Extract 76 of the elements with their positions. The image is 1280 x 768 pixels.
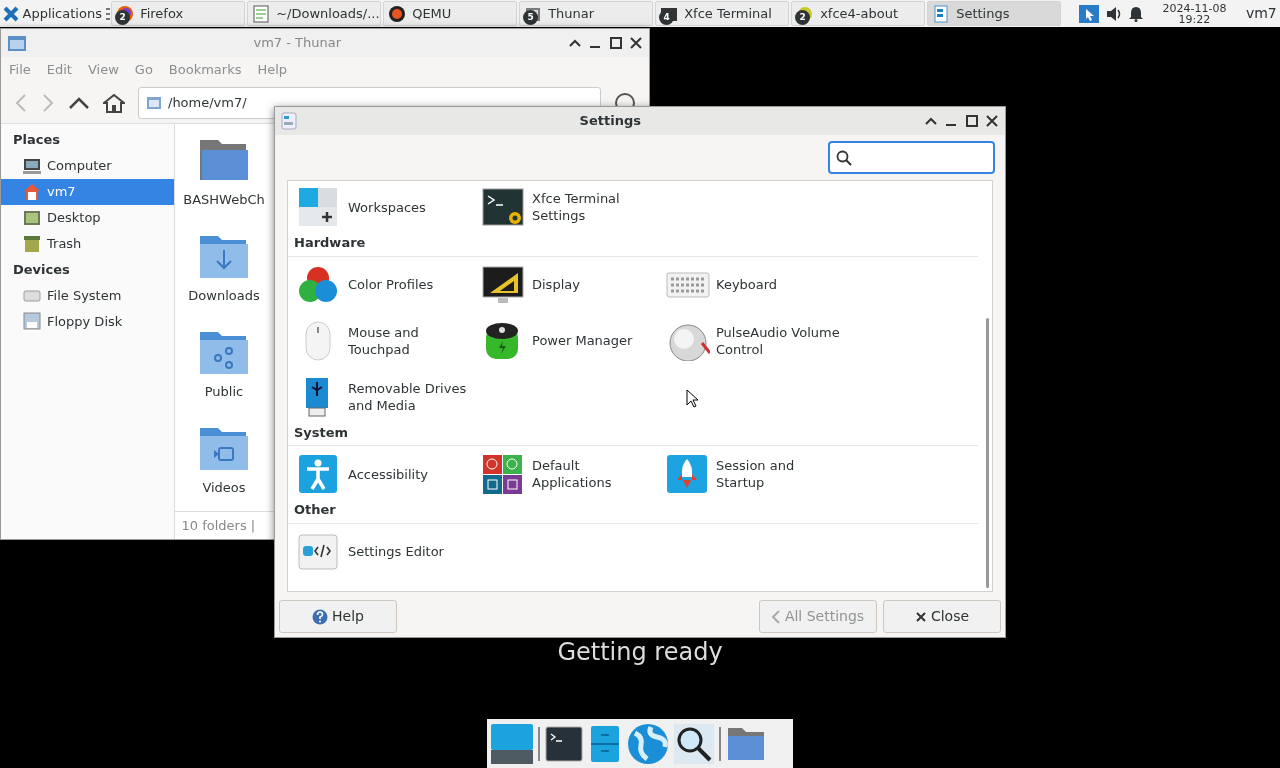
help-icon — [312, 608, 329, 625]
folder-icon[interactable] — [726, 725, 766, 762]
place-icon — [23, 208, 41, 227]
taskbar-button[interactable]: QEMU — [383, 1, 518, 26]
status-message: Getting ready — [556, 637, 724, 668]
sidebar-item[interactable]: Desktop — [1, 204, 174, 231]
sidebar-item[interactable]: File System — [1, 282, 174, 309]
up-icon[interactable] — [68, 96, 90, 110]
badge-count: 2 — [115, 10, 131, 25]
settings-item-icon — [482, 264, 526, 305]
globe-icon[interactable] — [627, 722, 669, 765]
terminal-icon[interactable] — [545, 725, 583, 762]
sidebar-item[interactable]: Trash — [1, 230, 174, 257]
volume-icon[interactable] — [1106, 5, 1123, 22]
place-icon — [23, 234, 41, 253]
sidebar-item[interactable]: Computer — [1, 152, 174, 179]
badge-count: 2 — [795, 10, 811, 25]
search-field[interactable] — [828, 141, 995, 174]
section-heading: Hardware — [288, 229, 978, 257]
clock[interactable]: 2024-11-08 19:22 — [1162, 2, 1227, 25]
search-icon — [836, 149, 852, 166]
app-icon — [252, 4, 271, 23]
folder-item[interactable]: Downloads — [175, 220, 273, 316]
cursor-icon — [686, 389, 699, 408]
bell-icon[interactable] — [1128, 5, 1143, 22]
xfce-logo-icon — [3, 5, 20, 22]
place-icon — [23, 312, 41, 331]
folder-item[interactable]: Public — [175, 316, 273, 412]
sidebar-item[interactable]: Floppy Disk — [1, 308, 174, 335]
place-icon — [23, 156, 41, 175]
home-icon[interactable] — [103, 93, 125, 113]
sidebar-item[interactable]: vm7 — [1, 178, 174, 205]
taskbar-button[interactable]: 2 xfce4-about — [791, 1, 926, 26]
app-icon — [932, 4, 951, 23]
chevron-left-icon — [770, 608, 781, 625]
taskbar-button[interactable]: Settings — [927, 1, 1062, 26]
close-icon[interactable] — [629, 36, 643, 50]
sidebar-heading: Devices — [12, 260, 71, 279]
scrollbar-thumb[interactable] — [986, 318, 989, 588]
magnifier-icon[interactable] — [674, 723, 714, 764]
badge-count: 4 — [659, 10, 675, 25]
file-cabinet-icon[interactable] — [588, 724, 622, 763]
settings-app-icon — [281, 112, 297, 130]
close-icon — [914, 610, 927, 623]
close-icon[interactable] — [985, 114, 999, 128]
settings-item[interactable]: Power Manager — [472, 312, 656, 369]
settings-item[interactable]: PulseAudio Volume Control — [656, 312, 840, 369]
help-button[interactable]: Help — [279, 600, 397, 633]
folder-icon — [7, 34, 27, 52]
folder-item[interactable]: Videos — [175, 412, 273, 508]
maximize-icon[interactable] — [608, 36, 623, 50]
settings-item[interactable]: Mouse and Touchpad — [288, 312, 472, 369]
taskbar-button[interactable]: ~/Downloads/... — [247, 1, 382, 26]
show-desktop-icon[interactable] — [491, 723, 533, 764]
close-button[interactable]: Close — [883, 600, 1001, 633]
taskbar-button[interactable]: 4 Xfce Terminal — [655, 1, 790, 26]
section-heading: Other — [288, 496, 978, 524]
app-icon — [388, 4, 407, 23]
settings-item[interactable]: Display — [472, 256, 656, 313]
settings-item[interactable]: Color Profiles — [288, 256, 472, 313]
badge-count: 5 — [523, 10, 539, 25]
settings-item-icon — [666, 454, 710, 494]
taskbar-button[interactable]: 5 Thunar — [519, 1, 654, 26]
applications-menu[interactable]: Applications — [0, 3, 106, 24]
folder-item[interactable]: BASHWebCh — [175, 124, 273, 220]
taskbar-button[interactable]: 2 Firefox — [111, 1, 246, 26]
sidebar-heading: Places — [12, 131, 62, 150]
settings-item-icon — [482, 187, 526, 227]
settings-item[interactable]: Keyboard — [656, 256, 840, 313]
maximize-icon[interactable] — [964, 114, 979, 128]
folder-icon — [145, 96, 162, 110]
window-title: vm7 - Thunar — [252, 34, 343, 53]
section-heading: System — [288, 418, 978, 446]
handle-icon — [105, 6, 112, 21]
place-icon — [23, 182, 41, 201]
user-name[interactable]: vm7 — [1245, 3, 1277, 24]
